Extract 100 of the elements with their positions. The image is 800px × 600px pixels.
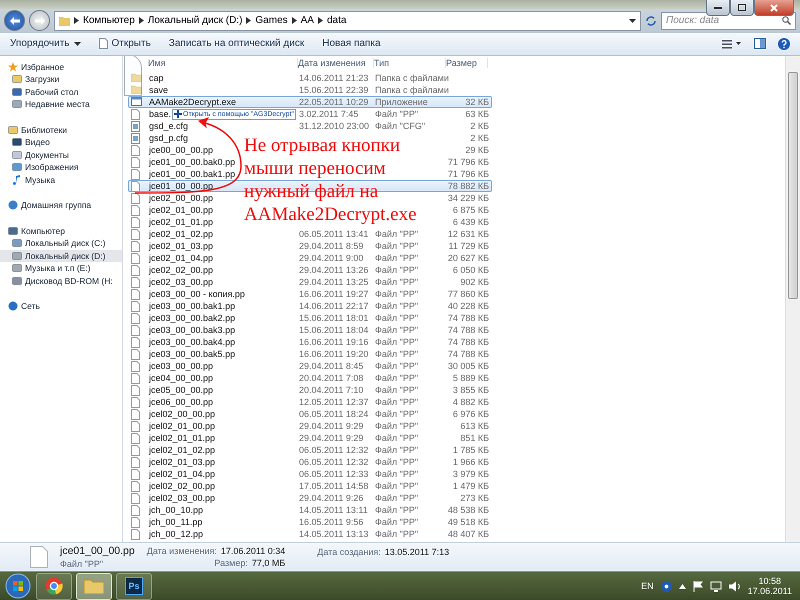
file-size: 40 228 КБ: [447, 301, 489, 312]
file-size: 63 КБ: [464, 109, 489, 120]
file-date: 29.04.2011 9:26: [299, 493, 364, 504]
sidebar-item[interactable]: Музыка: [0, 174, 122, 186]
file-type: Файл "CFG": [375, 121, 426, 132]
scrollbar-thumb[interactable]: [788, 72, 798, 299]
sidebar-item[interactable]: Локальный диск (C:): [0, 237, 122, 250]
breadcrumb[interactable]: Games: [255, 15, 288, 26]
file-size: 71 796 КБ: [447, 157, 489, 168]
taskbar-button[interactable]: [76, 572, 112, 600]
sidebar-item[interactable]: Домашняя группа: [0, 199, 122, 212]
close-button[interactable]: [754, 0, 794, 16]
file-icon: [131, 336, 140, 348]
file-date: 15.06.2011 22:39: [299, 84, 368, 95]
sidebar-item[interactable]: Компьютер: [0, 224, 122, 238]
file-name: gsd_p.cfg: [149, 133, 188, 144]
file-type: Файл "PP": [375, 229, 418, 240]
file-type: Файл "PP": [375, 289, 418, 300]
annotation-text: Не отрывая кнопки: [244, 134, 402, 157]
file-icon: [131, 456, 140, 468]
file-name: AAMake2Decrypt.exe: [149, 96, 236, 107]
maximize-icon: [738, 4, 746, 11]
minimize-button[interactable]: [706, 0, 730, 16]
column-header[interactable]: Тип: [374, 58, 446, 68]
file-date: 06.05.2011 12:33: [299, 469, 368, 480]
file-size: 30 005 КБ: [447, 361, 489, 372]
breadcrumb[interactable]: Локальный диск (D:): [148, 15, 242, 26]
column-header[interactable]: Размер: [446, 58, 488, 68]
taskbar-button[interactable]: Ps: [116, 572, 152, 600]
search-icon: [782, 16, 791, 26]
settings-file-icon: [131, 132, 140, 144]
file-date: 29.04.2011 8:59: [299, 241, 364, 252]
selected-file-row[interactable]: AAMake2Decrypt.exe 22.05.2011 10:29 Приложение 32 КБ: [128, 96, 492, 108]
chevron-icon: [318, 17, 323, 24]
forward-button[interactable]: [29, 10, 50, 32]
file-icon: [131, 216, 140, 228]
file-size: 3 979 КБ: [452, 469, 489, 480]
clock-time[interactable]: 10:58: [758, 576, 782, 586]
browser-icon: [45, 577, 63, 595]
file-size: 48 407 КБ: [447, 529, 489, 540]
file-date: 12.05.2011 12:37: [299, 397, 368, 408]
column-header[interactable]: Имя: [148, 58, 298, 68]
sidebar-item[interactable]: Изображения: [0, 161, 122, 174]
address-bar[interactable]: Компьютер Локальный диск (D:) Games AA data: [54, 10, 641, 31]
sidebar-item[interactable]: Рабочий стол: [0, 86, 122, 98]
sidebar-item[interactable]: Библиотеки: [0, 124, 122, 136]
file-size: 74 788 КБ: [447, 337, 489, 348]
breadcrumb[interactable]: AA: [300, 15, 314, 26]
up-arrow-icon[interactable]: [678, 584, 686, 588]
file-icon: [131, 516, 140, 528]
file-name: jce01_00_00.bak0.pp: [149, 157, 236, 168]
file-name: base.: [149, 109, 172, 120]
file-icon: [131, 444, 140, 456]
language-indicator[interactable]: EN: [641, 581, 654, 591]
flag-icon[interactable]: [692, 580, 703, 592]
sidebar-item[interactable]: Загрузки: [0, 73, 122, 86]
breadcrumb[interactable]: data: [326, 15, 346, 26]
toolbar-button[interactable]: Открыть: [98, 38, 151, 50]
file-size: 6 976 КБ: [452, 409, 489, 420]
file-date: 06.05.2011 13:41: [299, 229, 368, 240]
details-value: 13.05.2011 7:13: [384, 547, 450, 558]
sidebar-item[interactable]: Дисковод BD-ROM (H:: [0, 274, 122, 288]
back-button[interactable]: [4, 10, 25, 32]
file-icon: [131, 468, 140, 480]
preview-pane-icon[interactable]: [754, 38, 766, 50]
file-date: 06.05.2011 12:32: [299, 457, 368, 468]
file-date: 20.04.2011 7:10: [299, 385, 364, 396]
caret-icon: [74, 42, 81, 46]
file-type: Файл "PP": [375, 409, 418, 420]
sidebar-item[interactable]: Избранное: [0, 60, 122, 74]
file-icon: [131, 348, 140, 360]
file-date: 14.06.2011 22:17: [299, 301, 368, 312]
sidebar-item[interactable]: Сеть: [0, 300, 122, 313]
file-type: Приложение: [375, 96, 428, 107]
column-header[interactable]: Дата изменения: [298, 58, 374, 68]
file-date: 16.06.2011 19:16: [299, 337, 368, 348]
file-name: jce03_00_00.pp: [149, 361, 214, 372]
sidebar-item[interactable]: Локальный диск (D:): [0, 250, 122, 262]
sidebar-item[interactable]: Документы: [0, 148, 122, 162]
file-icon: [131, 240, 140, 252]
toolbar-button[interactable]: Новая папка: [322, 38, 381, 50]
clock-date[interactable]: 17.06.2011: [748, 586, 792, 596]
sidebar-item[interactable]: Музыка и т.п (E:): [0, 262, 122, 275]
sidebar-item[interactable]: Видео: [0, 136, 122, 149]
toolbar-button[interactable]: Записать на оптический диск: [168, 38, 304, 50]
maximize-button[interactable]: [730, 0, 754, 16]
refresh-icon[interactable]: [645, 14, 657, 27]
start-button[interactable]: [4, 572, 32, 600]
view-icon[interactable]: [722, 38, 742, 49]
file-date: 29.04.2011 9:00: [299, 253, 364, 264]
file-name: jce05_00_00.pp: [149, 385, 214, 396]
network-icon[interactable]: [710, 580, 722, 592]
file-date: 06.05.2011 18:24: [299, 409, 368, 420]
file-name: jch_00_12.pp: [149, 529, 204, 540]
scrollbar[interactable]: [785, 56, 800, 542]
speaker-icon[interactable]: [728, 580, 741, 592]
sidebar-item[interactable]: Недавние места: [0, 98, 122, 111]
toolbar-button[interactable]: Упорядочить: [10, 38, 81, 50]
file-name: jce02_01_04.pp: [149, 253, 214, 264]
breadcrumb[interactable]: Компьютер: [83, 15, 135, 26]
